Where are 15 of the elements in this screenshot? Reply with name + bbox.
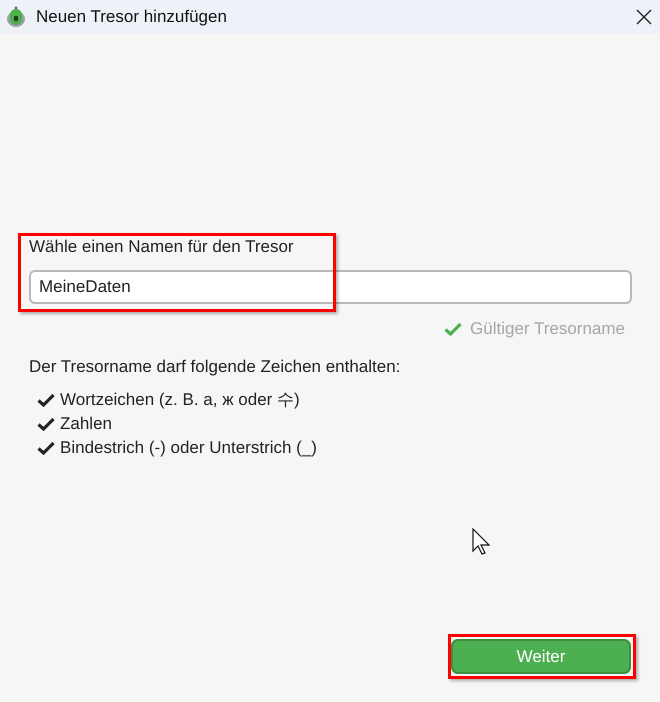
field-label: Wähle einen Namen für den Tresor [29,236,295,258]
rules-intro: Der Tresorname darf folgende Zeichen enthalten: [29,356,402,378]
rule-item: Zahlen [60,413,112,434]
check-icon [37,416,55,430]
rule-item: Bindestrich (-) oder Unterstrich (_) [60,437,317,458]
rule-item: Wortzeichen (z. B. a, ж oder 수) [60,389,300,410]
window-title: Neuen Tresor hinzufügen [36,6,227,28]
check-icon [37,440,55,454]
check-icon [444,322,462,336]
robot-icon [4,5,28,29]
cursor-icon [472,528,492,556]
name-field[interactable]: MeineDaten [29,270,632,304]
close-icon[interactable] [636,9,652,25]
validation-message: Gültiger Tresorname [470,318,625,340]
check-icon [37,392,55,406]
